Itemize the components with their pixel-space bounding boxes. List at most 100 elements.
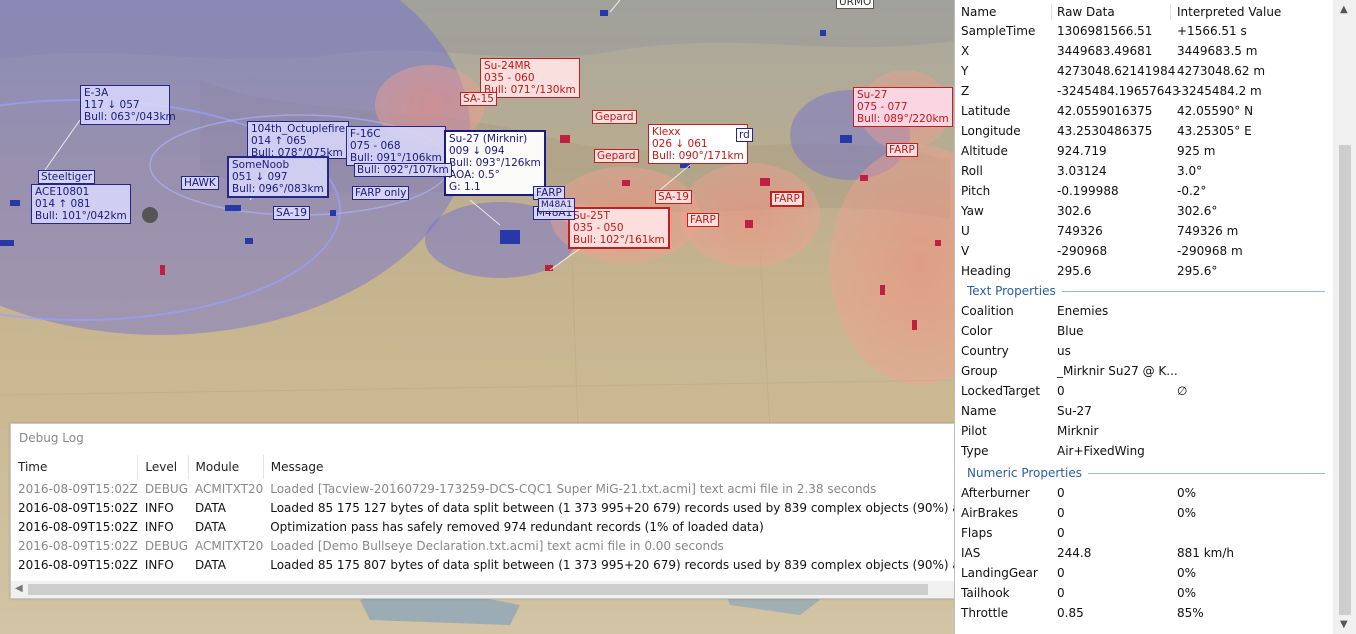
property-row[interactable]: V -290968 -290968 m: [955, 241, 1333, 261]
property-row[interactable]: AirBrakes 0 0%: [955, 503, 1333, 523]
property-row[interactable]: Type Air+FixedWing: [955, 441, 1333, 461]
label-104th[interactable]: 104th_Octuplefire 014 ↑ 065 Bull: 078°/0…: [247, 121, 350, 159]
text-properties-section: Text Properties: [967, 281, 1325, 301]
tag-bull-blue[interactable]: Bull: 092°/107km: [354, 163, 452, 177]
property-raw-value: 0: [1057, 486, 1065, 500]
property-raw-value: 244.8: [1057, 546, 1092, 560]
property-interpreted-value: 0%: [1177, 586, 1197, 600]
label-selected-su27[interactable]: Su-27 (Mirknir) 009 ↓ 094 Bull: 093°/126…: [444, 130, 546, 196]
col-header-name[interactable]: Name: [961, 2, 996, 22]
tag-urmo[interactable]: URMO: [836, 0, 875, 9]
col-header-message[interactable]: Message: [263, 455, 955, 479]
property-row[interactable]: Z -3245484.19657643 -3245484.2 m: [955, 81, 1333, 101]
tag-farp-red-2[interactable]: FARP: [770, 191, 804, 207]
scroll-up-icon[interactable]: ▲: [1340, 4, 1348, 15]
tag-sa19-blue[interactable]: SA-19: [273, 206, 310, 220]
label-line: 051 ↓ 097: [232, 171, 288, 183]
scroll-left-icon[interactable]: ◀: [15, 583, 23, 594]
tag-steeltiger[interactable]: Steeltiger: [38, 170, 96, 184]
column-divider[interactable]: [1170, 4, 1171, 20]
label-ace10801[interactable]: ACE10801 014 ↑ 081 Bull: 101°/042km: [31, 184, 131, 224]
property-row[interactable]: LandingGear 0 0%: [955, 563, 1333, 583]
label-klexx[interactable]: Klexx 026 ↓ 061 Bull: 090°/171km: [648, 124, 748, 164]
property-interpreted-value: 43.25305° E: [1177, 124, 1252, 138]
property-row[interactable]: Coalition Enemies: [955, 301, 1333, 321]
property-row[interactable]: Altitude 924.719 925 m: [955, 141, 1333, 161]
label-line: Bull: 089°/220km: [857, 113, 949, 125]
property-raw-value: 4273048.62141984: [1057, 64, 1176, 78]
property-raw-value: -290968: [1057, 244, 1108, 258]
property-interpreted-value: 0%: [1177, 506, 1197, 520]
property-row[interactable]: X 3449683.49681 3449683.5 m: [955, 41, 1333, 61]
col-header-raw[interactable]: Raw Data: [1057, 2, 1115, 22]
label-line: 117 ↓ 057: [84, 99, 140, 111]
log-row[interactable]: 2016-08-09T15:02Z INFO DATA Loaded 85 17…: [11, 498, 955, 517]
property-row[interactable]: Tailhook 0 0%: [955, 583, 1333, 603]
property-row[interactable]: SampleTime 1306981566.51 +1566.51 s: [955, 21, 1333, 41]
tag-gepard-1[interactable]: Gepard: [592, 110, 637, 124]
tag-sa19-red[interactable]: SA-19: [655, 190, 692, 204]
property-row[interactable]: Group _Mirknir Su27 @ K...: [955, 361, 1333, 381]
debug-log-title: Debug Log: [19, 431, 84, 445]
property-row[interactable]: Pilot Mirknir: [955, 421, 1333, 441]
col-header-interpreted[interactable]: Interpreted Value: [1177, 2, 1281, 22]
log-row[interactable]: 2016-08-09T15:02Z DEBUG ACMITXT20 Loaded…: [11, 479, 955, 498]
horizontal-scrollbar[interactable]: ◀: [11, 581, 955, 598]
tag-gepard-2[interactable]: Gepard: [594, 149, 639, 163]
property-row[interactable]: U 749326 749326 m: [955, 221, 1333, 241]
property-row[interactable]: Yaw 302.6 302.6°: [955, 201, 1333, 221]
property-name: U: [961, 224, 970, 238]
tag-farp-red-1[interactable]: FARP: [687, 213, 719, 227]
col-header-time[interactable]: Time: [11, 455, 139, 479]
property-row[interactable]: Longitude 43.2530486375 43.25305° E: [955, 121, 1333, 141]
tag-m48a1-b[interactable]: M48A1: [538, 198, 576, 212]
horizontal-scroll-thumb[interactable]: [28, 584, 928, 595]
property-row[interactable]: Throttle 0.85 85%: [955, 603, 1333, 623]
debug-log-table: Time Level Module Message 2016-08-09T15:…: [11, 455, 955, 574]
label-f16c[interactable]: F-16C 075 - 068 Bull: 091°/106km: [346, 126, 446, 166]
tag-hawk[interactable]: HAWK: [181, 176, 219, 190]
log-row[interactable]: 2016-08-09T15:02Z DEBUG ACMITXT20 Loaded…: [11, 536, 955, 555]
property-name: Flaps: [961, 526, 993, 540]
property-name: IAS: [961, 546, 981, 560]
vertical-scrollbar[interactable]: ▲ ▼: [1333, 0, 1356, 634]
property-row[interactable]: Roll 3.03124 3.0°: [955, 161, 1333, 181]
label-line: G: 1.1: [449, 181, 481, 193]
vertical-scroll-thumb[interactable]: [1339, 145, 1351, 615]
property-row[interactable]: Name Su-27: [955, 401, 1333, 421]
property-raw-value: 42.0559016375: [1057, 104, 1153, 118]
column-divider[interactable]: [1051, 4, 1052, 20]
scroll-down-icon[interactable]: ▼: [1340, 619, 1348, 630]
tag-farp-only[interactable]: FARP only: [352, 186, 410, 200]
property-row[interactable]: IAS 244.8 881 km/h: [955, 543, 1333, 563]
property-raw-value: _Mirknir Su27 @ K...: [1057, 364, 1178, 378]
tag-rd[interactable]: rd: [736, 128, 753, 142]
log-row[interactable]: 2016-08-09T15:02Z INFO DATA Optimization…: [11, 517, 955, 536]
tag-farp-red-3[interactable]: FARP: [886, 143, 918, 157]
property-row[interactable]: Afterburner 0 0%: [955, 483, 1333, 503]
property-row[interactable]: Flaps 0: [955, 523, 1333, 543]
property-row[interactable]: Pitch -0.199988 -0.2°: [955, 181, 1333, 201]
property-row[interactable]: Heading 295.6 295.6°: [955, 261, 1333, 281]
label-e3a[interactable]: E-3A 117 ↓ 057 Bull: 063°/043km: [80, 85, 176, 125]
property-row[interactable]: LockedTarget 0 ∅: [955, 381, 1333, 401]
label-somenoob[interactable]: SomeNoob 051 ↓ 097 Bull: 096°/083km: [227, 156, 329, 198]
label-su25t[interactable]: Su-25T 035 - 050 Bull: 102°/161km: [568, 207, 670, 249]
log-message: Loaded [Demo Bullseye Declaration.txt.ac…: [270, 538, 724, 553]
property-raw-value: 3449683.49681: [1057, 44, 1153, 58]
label-line: Bull: 090°/171km: [652, 150, 744, 162]
property-row[interactable]: Y 4273048.62141984 4273048.62 m: [955, 61, 1333, 81]
property-name: Longitude: [961, 124, 1021, 138]
label-su27-red[interactable]: Su-27 075 - 077 Bull: 089°/220km: [853, 87, 953, 127]
property-raw-value: 0: [1057, 526, 1065, 540]
property-interpreted-value: -3245484.2 m: [1177, 84, 1262, 98]
col-header-level[interactable]: Level: [137, 455, 189, 479]
property-raw-value: 302.6: [1057, 204, 1092, 218]
property-raw-value: us: [1057, 344, 1071, 358]
property-row[interactable]: Latitude 42.0559016375 42.05590° N: [955, 101, 1333, 121]
col-header-module[interactable]: Module: [188, 455, 264, 479]
tag-sa15[interactable]: SA-15: [460, 92, 497, 106]
property-row[interactable]: Color Blue: [955, 321, 1333, 341]
log-row[interactable]: 2016-08-09T15:02Z INFO DATA Loaded 85 17…: [11, 555, 955, 574]
property-row[interactable]: Country us: [955, 341, 1333, 361]
